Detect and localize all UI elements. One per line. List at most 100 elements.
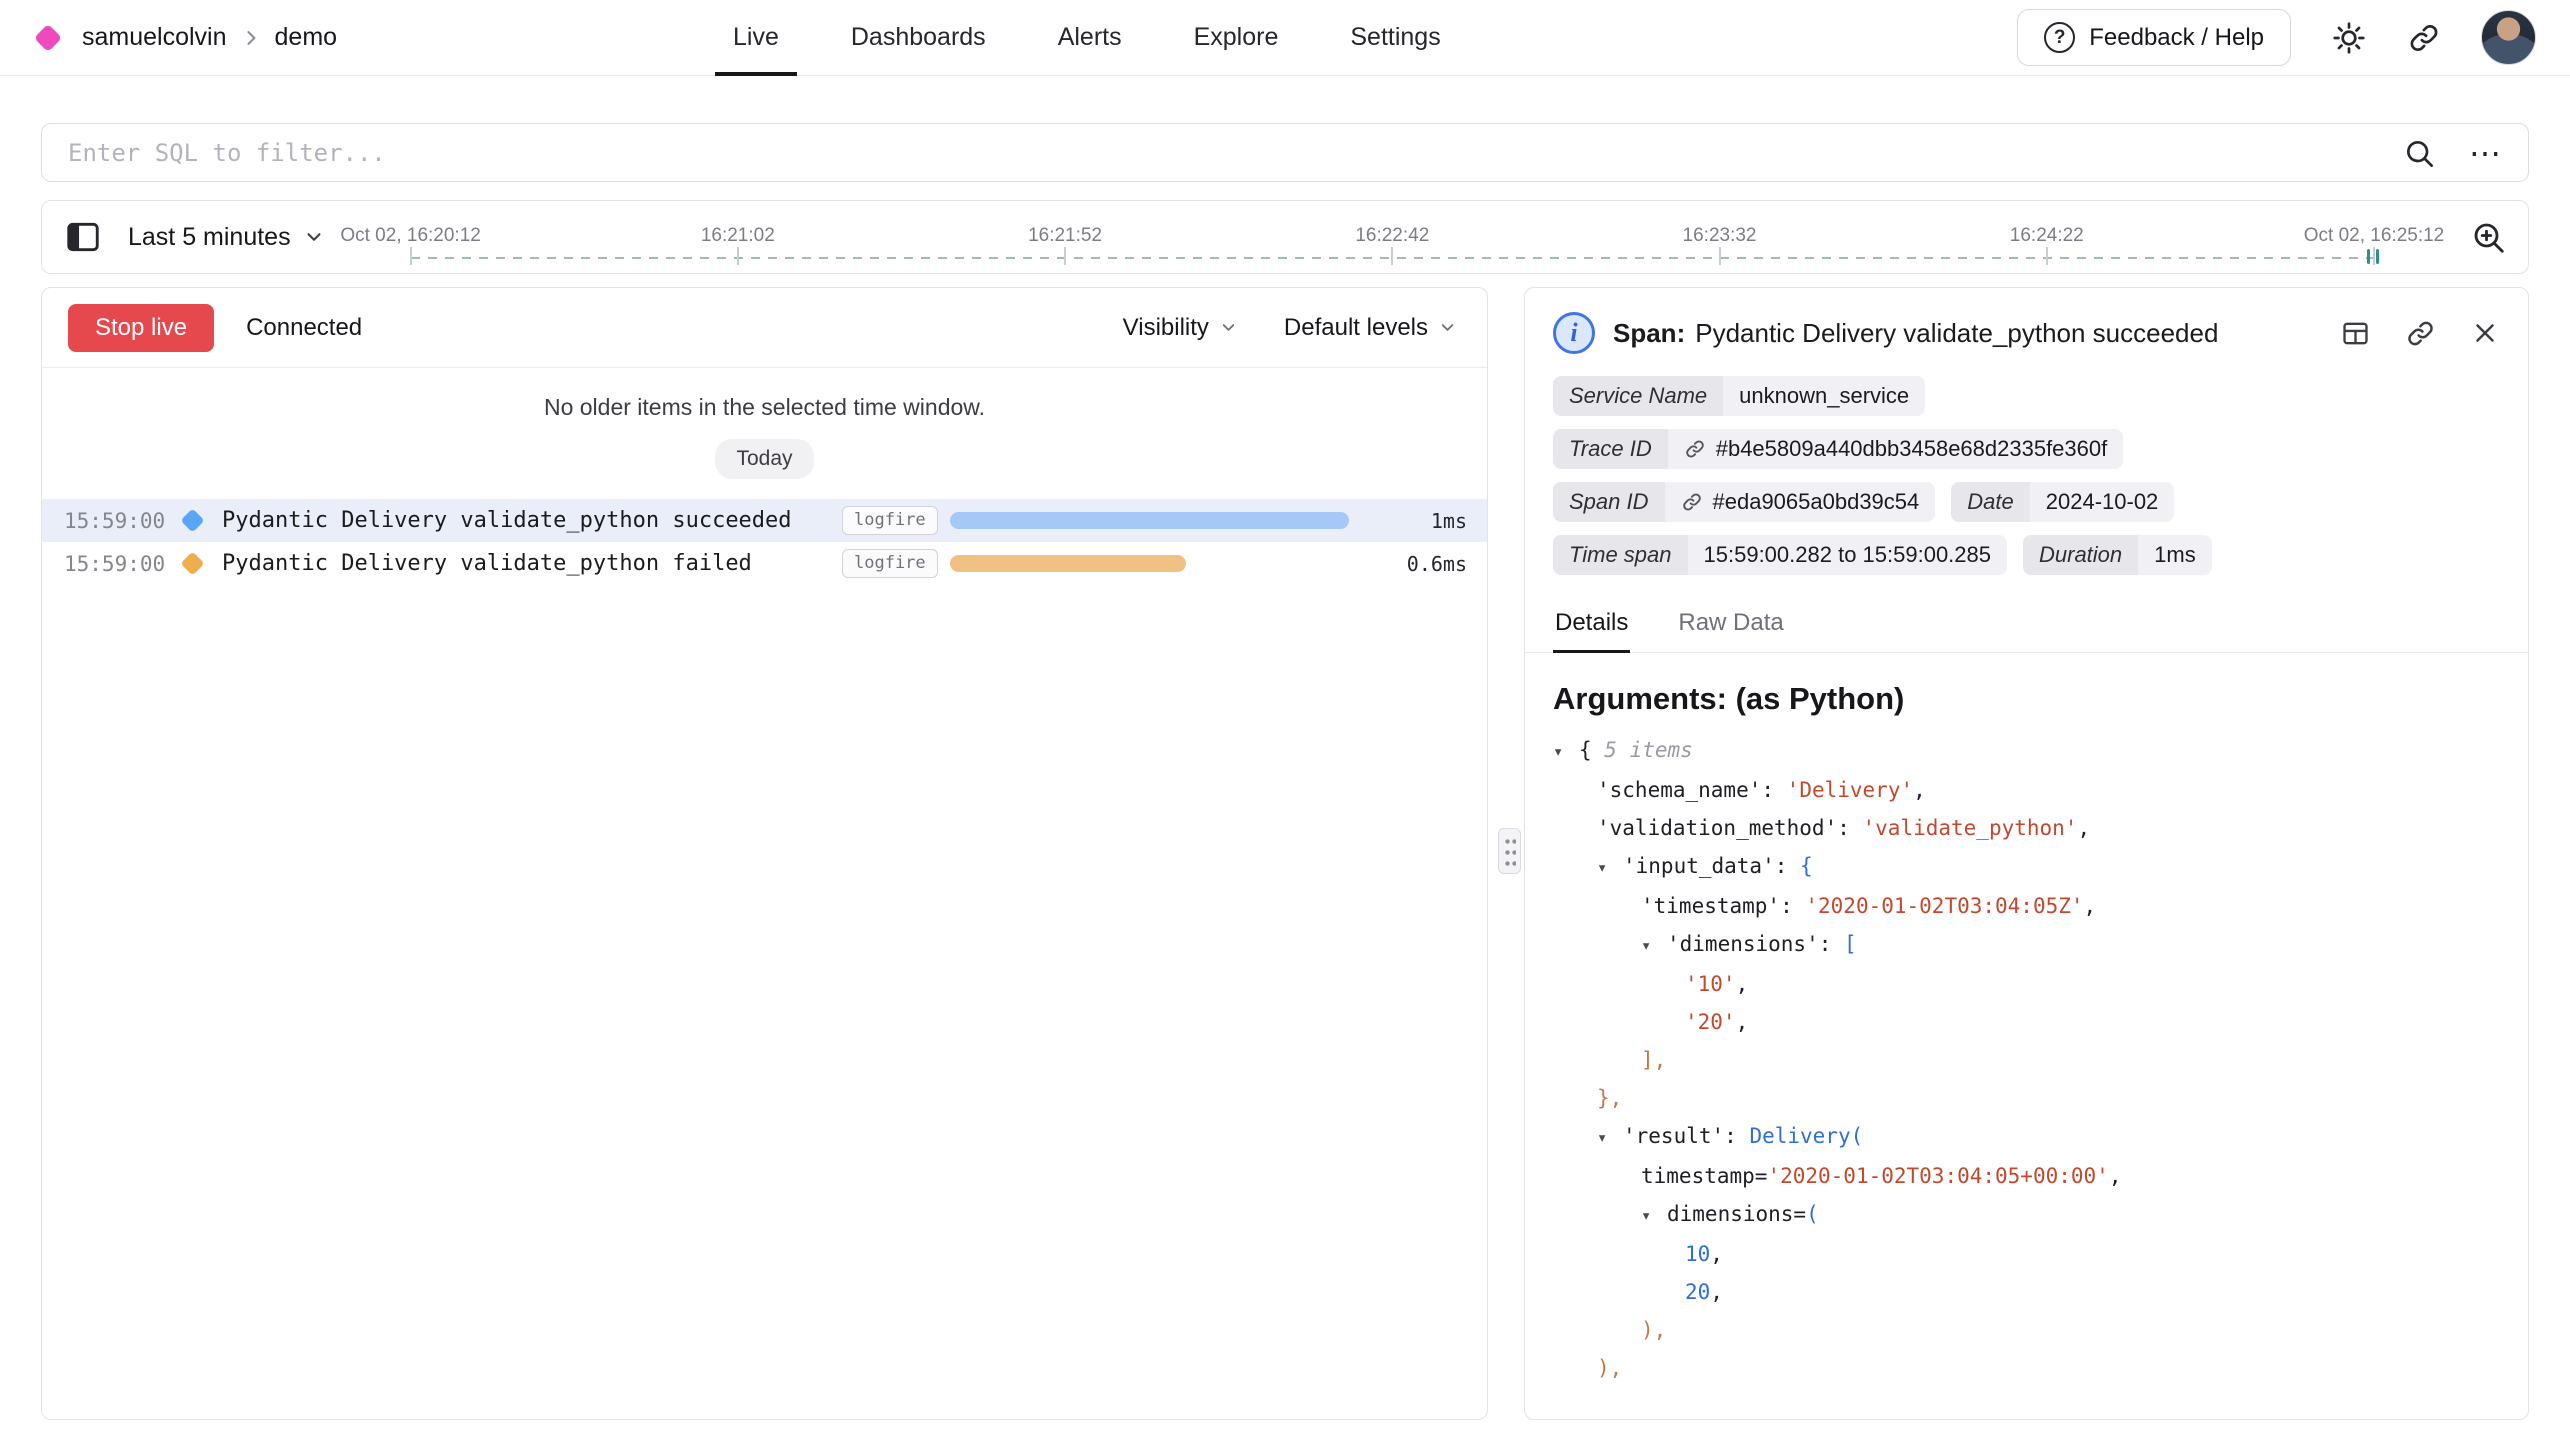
- tab-live[interactable]: Live: [733, 0, 779, 75]
- log-time: 15:59:00: [64, 552, 182, 576]
- caret-down-icon[interactable]: ▾: [1553, 733, 1579, 771]
- log-tag: logfire: [842, 549, 938, 577]
- time-range-select[interactable]: Last 5 minutes: [128, 223, 325, 252]
- log-time: 15:59:00: [64, 509, 182, 533]
- tab-explore[interactable]: Explore: [1194, 0, 1279, 75]
- sql-filter-bar: ⋯: [41, 123, 2529, 182]
- caret-down-icon[interactable]: ▾: [1641, 927, 1667, 965]
- code-token: ],: [1641, 1048, 1666, 1072]
- code-token: Delivery(: [1749, 1124, 1863, 1148]
- attribute-badge-duration: Duration1ms: [2023, 535, 2212, 575]
- code-token: dimensions=: [1667, 1202, 1806, 1226]
- code-token: ,: [1710, 1242, 1723, 1266]
- code-token: ),: [1597, 1356, 1622, 1380]
- code-token: '2020-01-02T03:04:05+00:00': [1767, 1164, 2108, 1188]
- close-icon[interactable]: [2470, 318, 2500, 348]
- code-token: :: [1819, 932, 1844, 956]
- panel-resize-handle[interactable]: [1498, 828, 1521, 874]
- link-icon[interactable]: [1681, 491, 1703, 513]
- code-token: 5 items: [1592, 738, 1693, 762]
- visibility-dropdown[interactable]: Visibility: [1123, 314, 1238, 342]
- code-token: [: [1844, 932, 1857, 956]
- activity-tick: [2367, 249, 2370, 264]
- log-row[interactable]: 15:59:00Pydantic Delivery validate_pytho…: [42, 499, 1487, 542]
- breadcrumb-org[interactable]: samuelcolvin: [82, 23, 227, 52]
- avatar[interactable]: [2481, 10, 2536, 65]
- empty-message: No older items in the selected time wind…: [42, 394, 1487, 421]
- code-token: 10: [1685, 1242, 1710, 1266]
- code-token: 'validation_method': [1597, 816, 1837, 840]
- tree-line: '20',: [1553, 1003, 2500, 1041]
- arguments-heading: Arguments: (as Python): [1525, 653, 2528, 725]
- live-panel-header: Stop live Connected Visibility Default l…: [42, 288, 1487, 368]
- stop-live-button[interactable]: Stop live: [68, 304, 214, 352]
- search-icon[interactable]: [2403, 137, 2435, 169]
- date-separator: Today: [715, 439, 813, 479]
- badge-label: Service Name: [1553, 376, 1723, 416]
- theme-toggle-sun-icon[interactable]: [2331, 20, 2367, 56]
- tab-dashboards[interactable]: Dashboards: [851, 0, 986, 75]
- timeline-tick-mark: [2373, 247, 2375, 265]
- caret-down-icon[interactable]: ▾: [1597, 1119, 1623, 1157]
- code-token: 'schema_name': [1597, 778, 1761, 802]
- duration-bar-zone: [950, 555, 1357, 572]
- feedback-help-button[interactable]: ? Feedback / Help: [2017, 9, 2291, 66]
- code-token: ,: [1736, 972, 1749, 996]
- tree-line: timestamp='2020-01-02T03:04:05+00:00',: [1553, 1157, 2500, 1195]
- span-kind-label: Span:: [1613, 318, 1685, 348]
- attribute-badge-date: Date2024-10-02: [1951, 482, 2174, 522]
- level-diamond-icon: [182, 555, 222, 572]
- zoom-in-icon[interactable]: [2470, 219, 2506, 255]
- code-token: :: [1761, 778, 1786, 802]
- tree-line: ▾dimensions=(: [1553, 1195, 2500, 1235]
- code-token: timestamp=: [1641, 1164, 1767, 1188]
- tree-line: ],: [1553, 1041, 2500, 1079]
- copy-link-icon[interactable]: [2405, 318, 2436, 349]
- caret-down-icon[interactable]: ▾: [1597, 849, 1623, 887]
- detail-tab-raw-data[interactable]: Raw Data: [1676, 601, 1785, 652]
- timeline-tick-label: Oct 02, 16:25:12: [2304, 225, 2445, 247]
- detail-tab-details[interactable]: Details: [1553, 601, 1630, 652]
- span-title-text: Pydantic Delivery validate_python succee…: [1695, 318, 2218, 348]
- chevron-down-icon: [303, 226, 325, 248]
- code-token: ,: [1913, 778, 1926, 802]
- default-levels-label: Default levels: [1284, 314, 1428, 342]
- drag-dots-icon: [1504, 835, 1516, 867]
- visibility-label: Visibility: [1123, 314, 1209, 342]
- tab-settings[interactable]: Settings: [1350, 0, 1440, 75]
- table-view-icon[interactable]: [2340, 318, 2371, 349]
- code-token: ,: [2109, 1164, 2122, 1188]
- code-token: :: [1724, 1124, 1749, 1148]
- timeline-tick-label: 16:23:32: [1683, 225, 1757, 247]
- badge-label: Span ID: [1553, 482, 1665, 522]
- log-row[interactable]: 15:59:00Pydantic Delivery validate_pytho…: [42, 542, 1487, 585]
- code-token: '2020-01-02T03:04:05Z': [1805, 894, 2083, 918]
- chevron-down-icon: [1438, 318, 1457, 337]
- timeline-ruler[interactable]: Oct 02, 16:20:1216:21:0216:21:5216:22:42…: [325, 201, 2470, 273]
- tree-line: 'timestamp': '2020-01-02T03:04:05Z',: [1553, 887, 2500, 925]
- chevron-down-icon: [1219, 318, 1238, 337]
- sql-filter-input[interactable]: [68, 139, 2369, 167]
- timeline-tick-mark: [737, 247, 739, 265]
- duration-bar[interactable]: [950, 512, 1349, 529]
- share-link-icon[interactable]: [2407, 21, 2441, 55]
- code-token: (: [1806, 1202, 1819, 1226]
- tree-line: ▾{ 5 items: [1553, 731, 2500, 771]
- timeline-tick-label: Oct 02, 16:20:12: [340, 225, 481, 247]
- more-options-icon[interactable]: ⋯: [2469, 137, 2502, 169]
- logfire-logo-icon[interactable]: [34, 23, 62, 51]
- live-panel-controls: Visibility Default levels: [1123, 314, 1461, 342]
- tree-line: ▾'dimensions': [: [1553, 925, 2500, 965]
- breadcrumb-project[interactable]: demo: [275, 23, 338, 52]
- duration-bar[interactable]: [950, 555, 1186, 572]
- span-attributes: Service Nameunknown_serviceTrace ID#b4e5…: [1525, 376, 2528, 575]
- tab-alerts[interactable]: Alerts: [1058, 0, 1122, 75]
- attribute-badge-span-id: Span ID#eda9065a0bd39c54: [1553, 482, 1935, 522]
- sidebar-toggle-icon[interactable]: [64, 218, 102, 256]
- span-detail-actions: [2326, 318, 2500, 349]
- log-duration: 0.6ms: [1371, 552, 1467, 576]
- timeline-tick-mark: [1064, 247, 1066, 265]
- caret-down-icon[interactable]: ▾: [1641, 1197, 1667, 1235]
- link-icon[interactable]: [1684, 438, 1706, 460]
- default-levels-dropdown[interactable]: Default levels: [1284, 314, 1457, 342]
